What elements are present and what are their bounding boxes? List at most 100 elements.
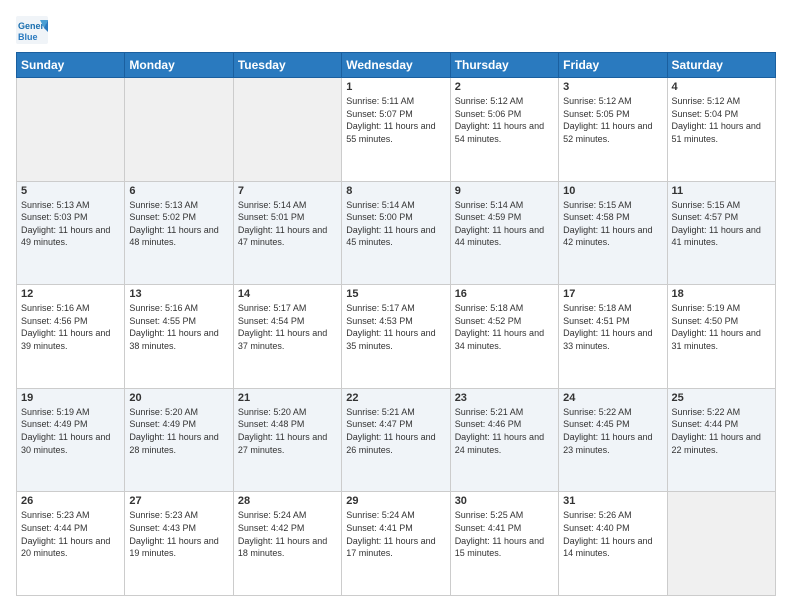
cell-sun-info: Sunrise: 5:16 AMSunset: 4:55 PMDaylight:… xyxy=(129,302,228,352)
day-number: 8 xyxy=(346,185,445,197)
cell-sun-info: Sunrise: 5:22 AMSunset: 4:44 PMDaylight:… xyxy=(672,406,771,456)
cell-sun-info: Sunrise: 5:23 AMSunset: 4:43 PMDaylight:… xyxy=(129,509,228,559)
calendar-table: SundayMondayTuesdayWednesdayThursdayFrid… xyxy=(16,52,776,596)
calendar-cell xyxy=(17,78,125,182)
cell-sun-info: Sunrise: 5:13 AMSunset: 5:02 PMDaylight:… xyxy=(129,199,228,249)
logo: General Blue xyxy=(16,16,50,44)
day-number: 19 xyxy=(21,392,120,404)
page-header: General Blue xyxy=(16,16,776,44)
calendar-cell: 10 Sunrise: 5:15 AMSunset: 4:58 PMDayligh… xyxy=(559,181,667,285)
cell-sun-info: Sunrise: 5:13 AMSunset: 5:03 PMDaylight:… xyxy=(21,199,120,249)
calendar-cell: 18Sunrise: 5:19 AMSunset: 4:50 PMDayligh… xyxy=(667,285,775,389)
calendar-cell xyxy=(667,492,775,596)
calendar-cell: 7 Sunrise: 5:14 AMSunset: 5:01 PMDaylight… xyxy=(233,181,341,285)
cell-sun-info: Sunrise: 5:23 AMSunset: 4:44 PMDaylight:… xyxy=(21,509,120,559)
day-number: 12 xyxy=(21,288,120,300)
day-number: 24 xyxy=(563,392,662,404)
weekday-header-tuesday: Tuesday xyxy=(233,53,341,78)
cell-sun-info: Sunrise: 5:16 AMSunset: 4:56 PMDaylight:… xyxy=(21,302,120,352)
day-number: 18 xyxy=(672,288,771,300)
calendar-cell: 25 Sunrise: 5:22 AMSunset: 4:44 PMDayligh… xyxy=(667,388,775,492)
day-number: 1 xyxy=(346,81,445,93)
calendar-cell: 31 Sunrise: 5:26 AMSunset: 4:40 PMDayligh… xyxy=(559,492,667,596)
day-number: 2 xyxy=(455,81,554,93)
weekday-header-thursday: Thursday xyxy=(450,53,558,78)
calendar-week-3: 12 Sunrise: 5:16 AMSunset: 4:56 PMDayligh… xyxy=(17,285,776,389)
cell-sun-info: Sunrise: 5:18 AMSunset: 4:51 PMDaylight:… xyxy=(563,302,662,352)
cell-sun-info: Sunrise: 5:17 AMSunset: 4:53 PMDaylight:… xyxy=(346,302,445,352)
calendar-cell xyxy=(233,78,341,182)
cell-sun-info: Sunrise: 5:26 AMSunset: 4:40 PMDaylight:… xyxy=(563,509,662,559)
calendar-cell: 23 Sunrise: 5:21 AMSunset: 4:46 PMDayligh… xyxy=(450,388,558,492)
cell-sun-info: Sunrise: 5:11 AMSunset: 5:07 PMDaylight:… xyxy=(346,95,445,145)
cell-sun-info: Sunrise: 5:12 AMSunset: 5:05 PMDaylight:… xyxy=(563,95,662,145)
day-number: 27 xyxy=(129,495,228,507)
cell-sun-info: Sunrise: 5:20 AMSunset: 4:48 PMDaylight:… xyxy=(238,406,337,456)
cell-sun-info: Sunrise: 5:25 AMSunset: 4:41 PMDaylight:… xyxy=(455,509,554,559)
day-number: 20 xyxy=(129,392,228,404)
day-number: 9 xyxy=(455,185,554,197)
calendar-cell: 19 Sunrise: 5:19 AMSunset: 4:49 PMDayligh… xyxy=(17,388,125,492)
day-number: 13 xyxy=(129,288,228,300)
svg-text:Blue: Blue xyxy=(18,32,38,42)
calendar-cell: 16 Sunrise: 5:18 AMSunset: 4:52 PMDayligh… xyxy=(450,285,558,389)
cell-sun-info: Sunrise: 5:18 AMSunset: 4:52 PMDaylight:… xyxy=(455,302,554,352)
cell-sun-info: Sunrise: 5:12 AMSunset: 5:06 PMDaylight:… xyxy=(455,95,554,145)
day-number: 16 xyxy=(455,288,554,300)
calendar-week-5: 26 Sunrise: 5:23 AMSunset: 4:44 PMDayligh… xyxy=(17,492,776,596)
day-number: 4 xyxy=(672,81,771,93)
weekday-header-monday: Monday xyxy=(125,53,233,78)
day-number: 28 xyxy=(238,495,337,507)
cell-sun-info: Sunrise: 5:14 AMSunset: 5:00 PMDaylight:… xyxy=(346,199,445,249)
calendar-cell: 20 Sunrise: 5:20 AMSunset: 4:49 PMDayligh… xyxy=(125,388,233,492)
day-number: 14 xyxy=(238,288,337,300)
calendar-cell: 4 Sunrise: 5:12 AMSunset: 5:04 PMDaylight… xyxy=(667,78,775,182)
calendar-header-row: SundayMondayTuesdayWednesdayThursdayFrid… xyxy=(17,53,776,78)
cell-sun-info: Sunrise: 5:21 AMSunset: 4:47 PMDaylight:… xyxy=(346,406,445,456)
day-number: 22 xyxy=(346,392,445,404)
cell-sun-info: Sunrise: 5:20 AMSunset: 4:49 PMDaylight:… xyxy=(129,406,228,456)
cell-sun-info: Sunrise: 5:17 AMSunset: 4:54 PMDaylight:… xyxy=(238,302,337,352)
calendar-cell: 14 Sunrise: 5:17 AMSunset: 4:54 PMDayligh… xyxy=(233,285,341,389)
day-number: 10 xyxy=(563,185,662,197)
weekday-header-wednesday: Wednesday xyxy=(342,53,450,78)
day-number: 15 xyxy=(346,288,445,300)
calendar-cell: 13 Sunrise: 5:16 AMSunset: 4:55 PMDayligh… xyxy=(125,285,233,389)
calendar-cell: 28 Sunrise: 5:24 AMSunset: 4:42 PMDayligh… xyxy=(233,492,341,596)
cell-sun-info: Sunrise: 5:14 AMSunset: 5:01 PMDaylight:… xyxy=(238,199,337,249)
logo-icon: General Blue xyxy=(16,16,48,44)
cell-sun-info: Sunrise: 5:19 AMSunset: 4:49 PMDaylight:… xyxy=(21,406,120,456)
calendar-cell: 8 Sunrise: 5:14 AMSunset: 5:00 PMDaylight… xyxy=(342,181,450,285)
calendar-cell: 1 Sunrise: 5:11 AMSunset: 5:07 PMDaylight… xyxy=(342,78,450,182)
cell-sun-info: Sunrise: 5:15 AMSunset: 4:57 PMDaylight:… xyxy=(672,199,771,249)
weekday-header-saturday: Saturday xyxy=(667,53,775,78)
day-number: 23 xyxy=(455,392,554,404)
cell-sun-info: Sunrise: 5:15 AMSunset: 4:58 PMDaylight:… xyxy=(563,199,662,249)
calendar-cell: 21 Sunrise: 5:20 AMSunset: 4:48 PMDayligh… xyxy=(233,388,341,492)
calendar-week-2: 5 Sunrise: 5:13 AMSunset: 5:03 PMDaylight… xyxy=(17,181,776,285)
day-number: 5 xyxy=(21,185,120,197)
calendar-cell: 22 Sunrise: 5:21 AMSunset: 4:47 PMDayligh… xyxy=(342,388,450,492)
day-number: 25 xyxy=(672,392,771,404)
calendar-cell: 29 Sunrise: 5:24 AMSunset: 4:41 PMDayligh… xyxy=(342,492,450,596)
day-number: 29 xyxy=(346,495,445,507)
day-number: 21 xyxy=(238,392,337,404)
cell-sun-info: Sunrise: 5:12 AMSunset: 5:04 PMDaylight:… xyxy=(672,95,771,145)
calendar-cell: 5 Sunrise: 5:13 AMSunset: 5:03 PMDaylight… xyxy=(17,181,125,285)
calendar-cell: 9Sunrise: 5:14 AMSunset: 4:59 PMDaylight… xyxy=(450,181,558,285)
day-number: 6 xyxy=(129,185,228,197)
weekday-header-friday: Friday xyxy=(559,53,667,78)
calendar-cell: 3Sunrise: 5:12 AMSunset: 5:05 PMDaylight… xyxy=(559,78,667,182)
cell-sun-info: Sunrise: 5:24 AMSunset: 4:41 PMDaylight:… xyxy=(346,509,445,559)
day-number: 26 xyxy=(21,495,120,507)
day-number: 31 xyxy=(563,495,662,507)
weekday-header-sunday: Sunday xyxy=(17,53,125,78)
cell-sun-info: Sunrise: 5:24 AMSunset: 4:42 PMDaylight:… xyxy=(238,509,337,559)
day-number: 17 xyxy=(563,288,662,300)
day-number: 11 xyxy=(672,185,771,197)
cell-sun-info: Sunrise: 5:21 AMSunset: 4:46 PMDaylight:… xyxy=(455,406,554,456)
day-number: 7 xyxy=(238,185,337,197)
calendar-cell: 24Sunrise: 5:22 AMSunset: 4:45 PMDayligh… xyxy=(559,388,667,492)
calendar-week-1: 1 Sunrise: 5:11 AMSunset: 5:07 PMDaylight… xyxy=(17,78,776,182)
calendar-cell: 2 Sunrise: 5:12 AMSunset: 5:06 PMDaylight… xyxy=(450,78,558,182)
